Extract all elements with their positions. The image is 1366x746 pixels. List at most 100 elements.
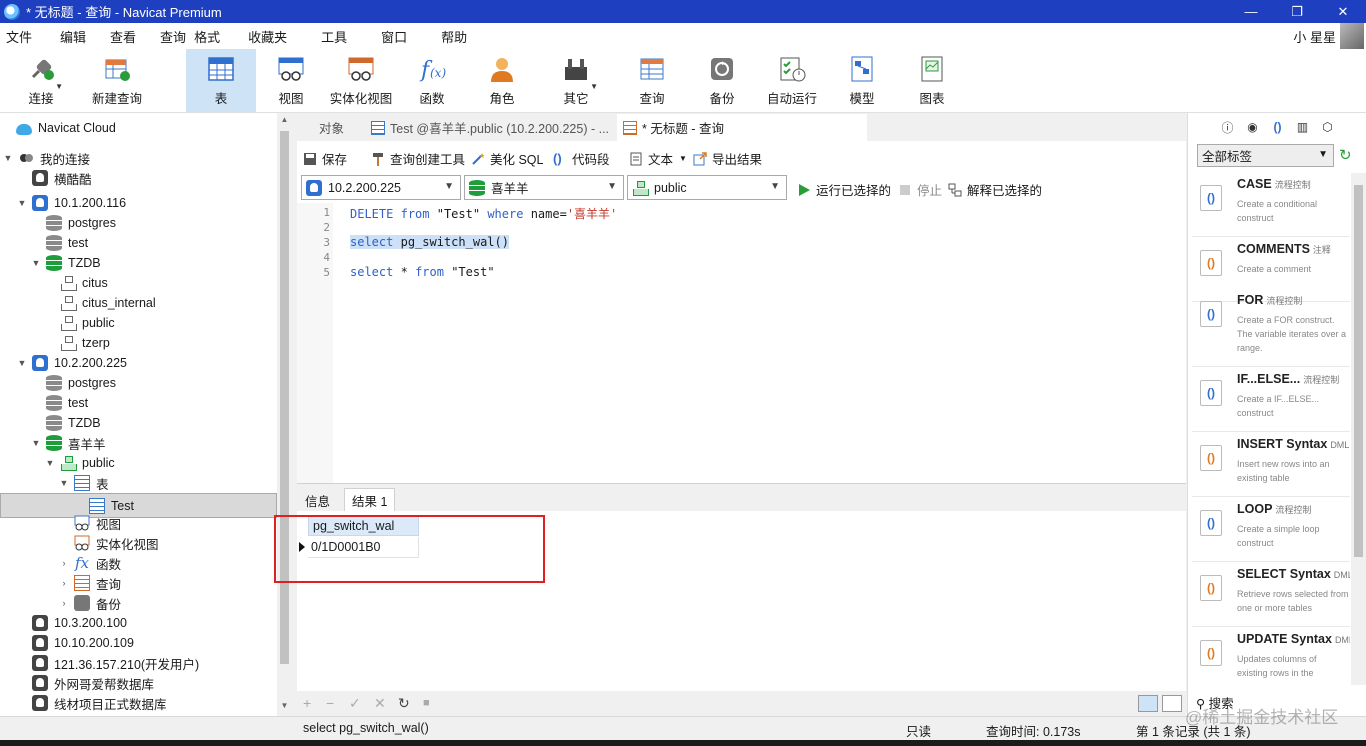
- tree-node-database[interactable]: TZDB: [46, 413, 101, 433]
- close-button[interactable]: ✕: [1320, 0, 1366, 23]
- tag-filter-select[interactable]: 全部标签 ▼: [1197, 144, 1334, 167]
- expand-chevron-icon[interactable]: ›: [58, 578, 70, 588]
- tree-node-database[interactable]: postgres: [46, 213, 116, 233]
- collapse-chevron-icon[interactable]: ▼: [30, 258, 42, 268]
- tree-node-schema[interactable]: citus_internal: [60, 293, 156, 313]
- snippet-item[interactable]: () FOR 流程控制 Create a FOR construct. The v…: [1192, 289, 1350, 367]
- tree-node-database[interactable]: postgres: [46, 373, 116, 393]
- snippet-item[interactable]: () IF...ELSE... 流程控制 Create a IF...ELSE..…: [1192, 368, 1350, 432]
- tree-node-database[interactable]: test: [46, 233, 88, 253]
- user-name[interactable]: 小 星星: [1293, 27, 1336, 46]
- tab-result-1[interactable]: 结果 1: [344, 488, 396, 512]
- toolbar-automation-button[interactable]: 自动运行: [764, 49, 820, 112]
- snippet-item[interactable]: () LOOP 流程控制 Create a simple loop constru…: [1192, 498, 1350, 562]
- tree-node-connection[interactable]: 外网哥爱帮数据库: [32, 673, 154, 693]
- toolbar-table-button[interactable]: 表: [186, 49, 256, 112]
- avatar[interactable]: [1340, 23, 1364, 49]
- collapse-chevron-icon[interactable]: ▼: [44, 458, 56, 468]
- run-selected-button[interactable]: 运行已选择的: [797, 180, 891, 199]
- tree-node-functions-folder[interactable]: › fx 函数: [58, 553, 122, 573]
- tab-table-test[interactable]: Test @喜羊羊.public (10.2.200.225) - ...: [365, 114, 615, 141]
- tab-objects[interactable]: 对象: [313, 114, 350, 141]
- tree-node-queries-folder[interactable]: › 查询: [58, 573, 121, 593]
- collapse-chevron-icon[interactable]: ▼: [16, 198, 28, 208]
- tree-node-schema[interactable]: citus: [60, 273, 108, 293]
- tree-node-connection[interactable]: ▼ 10.1.200.116: [16, 193, 126, 213]
- menu-edit[interactable]: 编辑: [54, 27, 92, 46]
- menu-format[interactable]: 格式: [188, 27, 226, 46]
- delete-record-button[interactable]: −: [326, 695, 334, 711]
- toolbar-chart-button[interactable]: 图表: [910, 49, 954, 112]
- tree-node-materialized-views-folder[interactable]: 实体化视图: [74, 533, 159, 553]
- tree-node-my-connections[interactable]: ▼ 我的连接: [2, 148, 90, 168]
- menu-query[interactable]: 查询: [154, 27, 192, 46]
- snippet-item[interactable]: () INSERT Syntax DML Insert new rows into…: [1192, 433, 1350, 497]
- export-result-button[interactable]: 导出结果: [693, 149, 762, 168]
- snippet-scrollbar[interactable]: [1351, 173, 1366, 685]
- tree-node-navicat-cloud[interactable]: Navicat Cloud: [16, 118, 116, 138]
- tab-query[interactable]: * 无标题 - 查询: [617, 114, 867, 141]
- tree-node-table[interactable]: Test: [0, 493, 277, 518]
- tree-node-connection[interactable]: 横酷酷: [16, 168, 92, 188]
- tree-node-tables-folder[interactable]: ▼ 表: [58, 473, 109, 493]
- toolbar-connection-button[interactable]: ▼ 连接: [20, 49, 63, 112]
- tab-info[interactable]: 信息: [298, 488, 337, 512]
- expand-chevron-icon[interactable]: ›: [58, 558, 70, 568]
- scrollbar-thumb[interactable]: [1354, 185, 1363, 557]
- menu-view[interactable]: 查看: [104, 27, 142, 46]
- beautify-sql-button[interactable]: 美化 SQL: [471, 149, 544, 168]
- tree-node-views-folder[interactable]: 视图: [74, 513, 121, 533]
- toolbar-new-query-button[interactable]: 新建查询: [90, 49, 144, 112]
- tree-node-database[interactable]: test: [46, 393, 88, 413]
- collapse-chevron-icon[interactable]: ▼: [16, 358, 28, 368]
- snippet-item[interactable]: () SELECT SyntaxDML Retrieve rows select…: [1192, 563, 1350, 627]
- tree-node-database[interactable]: ▼ 喜羊羊: [30, 433, 106, 453]
- explain-selected-button[interactable]: 解释已选择的: [948, 180, 1042, 199]
- tree-scrollbar[interactable]: ▲ ▼: [277, 113, 292, 716]
- menu-window[interactable]: 窗口: [375, 27, 413, 46]
- stop-loading-button[interactable]: ■: [423, 697, 430, 709]
- tree-node-connection[interactable]: 10.3.200.100: [32, 613, 127, 633]
- toolbar-materialized-view-button[interactable]: 实体化视图: [326, 49, 396, 112]
- menu-file[interactable]: 文件: [0, 27, 38, 46]
- stop-button[interactable]: 停止: [898, 180, 942, 199]
- toolbar-view-button[interactable]: 视图: [268, 49, 314, 112]
- scroll-up-icon[interactable]: ▲: [277, 115, 292, 130]
- refresh-button[interactable]: ↻: [398, 695, 410, 712]
- apply-changes-button[interactable]: ✓: [349, 695, 361, 712]
- text-mode-button[interactable]: 文本 ▼: [629, 149, 687, 168]
- snippet-item[interactable]: () UPDATE SyntaxDML Updates columns of e…: [1192, 628, 1350, 685]
- scrollbar-thumb[interactable]: [280, 131, 289, 664]
- grid-view-icon[interactable]: [1138, 695, 1158, 712]
- menu-favorites[interactable]: 收藏夹: [242, 27, 293, 46]
- add-record-button[interactable]: +: [303, 695, 311, 711]
- sql-editor[interactable]: 1 2 3 4 5 DELETE from "Test" where name=…: [297, 203, 1186, 483]
- tree-node-schema[interactable]: public: [60, 313, 115, 333]
- code-snippet-button[interactable]: () 代码段: [553, 149, 610, 168]
- hexagon-icon[interactable]: ⬡: [1320, 119, 1336, 135]
- toolbar-model-button[interactable]: 模型: [840, 49, 884, 112]
- toolbar-backup-button[interactable]: 备份: [700, 49, 744, 112]
- restore-button[interactable]: ❐: [1274, 0, 1320, 23]
- columns-icon[interactable]: ▥: [1295, 119, 1311, 135]
- tree-node-connection[interactable]: 10.10.200.109: [32, 633, 134, 653]
- scroll-down-icon[interactable]: ▼: [277, 701, 292, 716]
- toolbar-function-button[interactable]: f (x) 函数: [410, 49, 454, 112]
- toolbar-query-button[interactable]: 查询: [630, 49, 674, 112]
- query-builder-button[interactable]: 查询创建工具: [371, 149, 465, 168]
- info-icon[interactable]: ⓘ: [1220, 119, 1236, 135]
- collapse-chevron-icon[interactable]: ▼: [30, 438, 42, 448]
- minimize-button[interactable]: —: [1228, 0, 1274, 23]
- collapse-chevron-icon[interactable]: ▼: [58, 478, 70, 488]
- collapse-chevron-icon[interactable]: ▼: [2, 153, 14, 163]
- tree-node-connection[interactable]: 121.36.157.210(开发用户): [32, 653, 199, 673]
- tree-node-connection[interactable]: 线材项目正式数据库: [32, 693, 167, 713]
- tree-node-schema[interactable]: tzerp: [60, 333, 110, 353]
- discard-changes-button[interactable]: ✕: [374, 695, 386, 712]
- menu-tools[interactable]: 工具: [315, 27, 353, 46]
- tree-node-connection[interactable]: ▼ 10.2.200.225: [16, 353, 127, 373]
- toolbar-others-button[interactable]: ▼ 其它: [556, 49, 598, 112]
- database-select[interactable]: 喜羊羊 ▼: [464, 175, 624, 200]
- save-button[interactable]: 保存: [303, 149, 347, 168]
- connection-select[interactable]: 10.2.200.225 ▼: [301, 175, 461, 200]
